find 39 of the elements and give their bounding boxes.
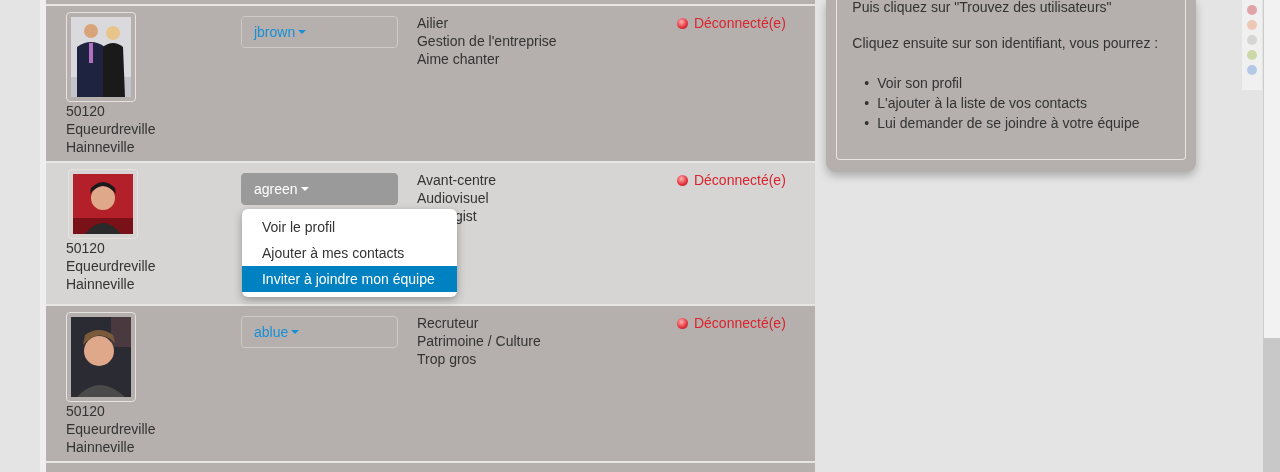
offline-status-icon — [676, 18, 688, 29]
town-text: Hainneville — [65, 275, 136, 293]
postcode-text: 50120 — [65, 239, 106, 257]
info-text: Avant-centre — [416, 171, 498, 189]
town-text: Equeurdreville — [65, 420, 157, 438]
info-text: Recruteur — [416, 314, 480, 332]
town-text: Equeurdreville — [65, 257, 157, 275]
status-text: Déconnecté(e) — [693, 14, 786, 32]
postcode-text: 50120 — [65, 102, 106, 120]
help-text: Puis cliquez sur "Trouvez des utilisateurs" — [852, 0, 1113, 16]
list-bullet: • — [864, 74, 870, 92]
scrollbar-thumb[interactable] — [1263, 0, 1280, 338]
list-bullet: • — [864, 94, 870, 112]
town-text: Hainneville — [65, 438, 136, 456]
menu-item[interactable]: Voir le profil — [241, 214, 457, 240]
info-text: Trop gros — [416, 350, 478, 368]
offline-status-icon — [676, 318, 688, 329]
menu-item[interactable]: Ajouter à mes contacts — [241, 240, 457, 266]
postcode-text: 50120 — [65, 402, 106, 420]
caret-icon — [291, 330, 300, 334]
status-text: Déconnecté(e) — [693, 171, 786, 189]
username-dropdown[interactable]: agreen — [240, 173, 398, 205]
help-bullet-text: Voir son profil — [877, 74, 963, 92]
info-text: Aime chanter — [416, 50, 501, 68]
town-text: Equeurdreville — [65, 120, 157, 138]
caret-icon — [300, 187, 309, 191]
status-text: Déconnecté(e) — [693, 314, 786, 332]
menu-item[interactable]: Inviter à joindre mon équipe — [241, 266, 457, 292]
list-bullet: • — [864, 114, 870, 132]
help-bullet-text: L'ajouter à la liste de vos contacts — [877, 94, 1087, 112]
info-text: Ailier — [416, 14, 450, 32]
info-text: Patrimoine / Culture — [416, 332, 542, 350]
info-text: Audiovisuel — [416, 189, 490, 207]
caret-icon — [298, 30, 307, 34]
help-text: Cliquez ensuite sur son identifiant, vous pourrez : — [852, 34, 1160, 52]
info-text: Gestion de l'entreprise — [416, 32, 558, 50]
offline-status-icon — [676, 175, 688, 186]
help-bullet-text: Lui demander de se joindre à votre équipe — [877, 114, 1140, 132]
town-text: Hainneville — [65, 138, 136, 156]
